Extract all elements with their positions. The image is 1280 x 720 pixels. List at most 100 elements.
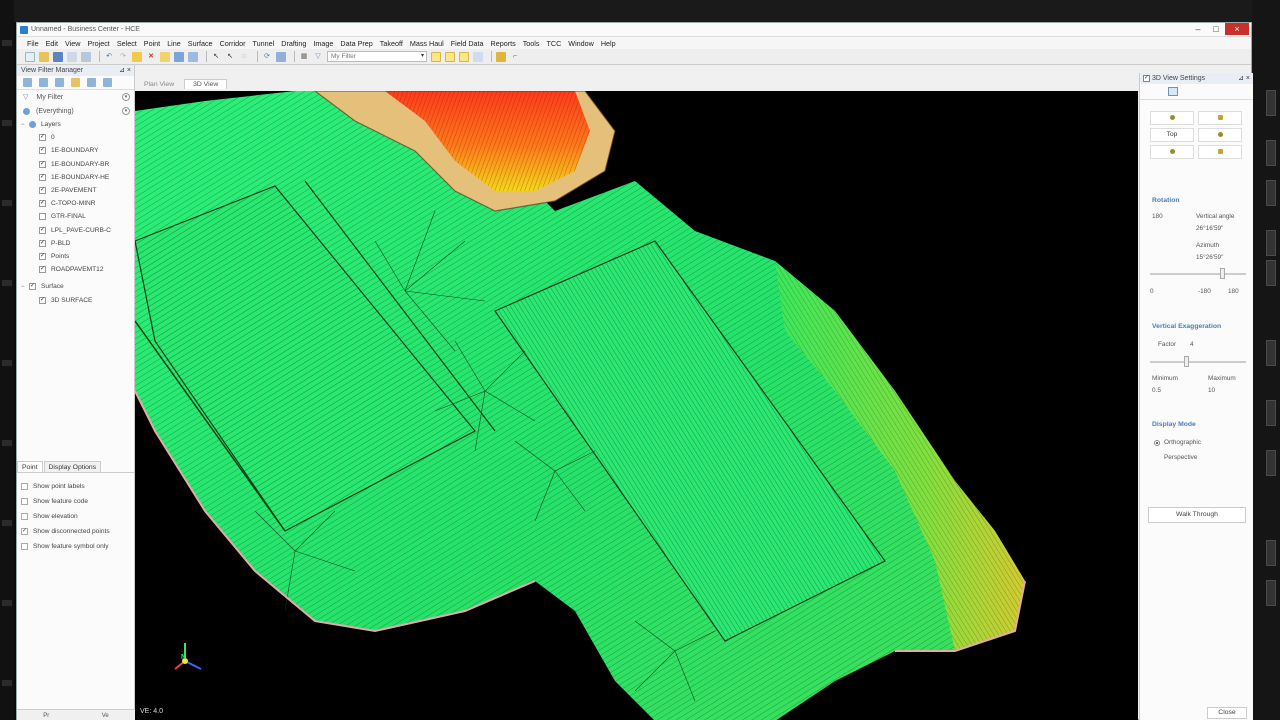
paint-filter-icon[interactable] [71,78,80,87]
layer-item[interactable]: ✓ LPL_PAVE-CURB-C [21,224,134,237]
preset-view-button[interactable] [1198,128,1242,142]
layer-checkbox[interactable]: ✓ [39,266,46,274]
minimum-value[interactable]: 0.5 [1152,387,1161,394]
layer-item[interactable]: ✓ 0 [21,131,134,144]
view-toggle-3-icon[interactable] [459,51,469,62]
new-icon[interactable] [25,51,35,62]
menu-line[interactable]: Line [167,39,181,48]
close-window-button[interactable]: × [1225,23,1249,35]
layer-checkbox[interactable]: ✓ [39,160,46,168]
everything-row[interactable]: (Everything) ▾ [17,104,134,118]
footer-tab-pr[interactable]: Pr [43,713,49,719]
layer-item[interactable]: ✓ P-BLD [21,237,134,250]
surface-item[interactable]: ✓ 3D SURFACE [21,293,134,306]
surface-group[interactable]: − ✓ Surface [21,280,134,293]
funnel-filter-icon[interactable] [103,78,112,87]
minimize-button[interactable]: – [1189,23,1207,35]
maximum-value[interactable]: 10 [1208,387,1215,394]
layer-checkbox[interactable]: ✓ [39,226,46,234]
redo-icon[interactable]: ↷ [118,52,128,62]
menu-tcc[interactable]: TCC [547,39,562,48]
snap-icon[interactable]: ⌐ [510,52,520,62]
menu-reports[interactable]: Reports [491,39,516,48]
lock-filter-icon[interactable] [87,78,96,87]
layer-icon[interactable] [174,51,184,62]
undo-icon[interactable]: ↶ [104,52,114,62]
option-show-disconnected-points[interactable]: ✓ Show disconnected points [21,524,131,539]
layer-item[interactable]: ✓ ROADPAVEMT12 [21,263,134,276]
maximize-button[interactable]: □ [1207,23,1225,35]
filter-name-row[interactable]: ▽ My Filter ▾ [17,90,134,104]
select-plus-icon[interactable]: ↖ [225,52,235,62]
layer-item[interactable]: ✓ 2E-PAVEMENT [21,184,134,197]
option-show-feature-code[interactable]: Show feature code [21,494,131,509]
footer-tab-ve[interactable]: Ve [102,713,109,719]
open-icon[interactable] [39,51,49,62]
panel-controls[interactable]: ⊿ × [119,66,131,74]
option-show-point-labels[interactable]: Show point labels [21,479,131,494]
layer-checkbox[interactable]: ✓ [39,147,46,155]
explorer-icon[interactable] [188,51,198,62]
pin-icon[interactable] [132,51,142,62]
surface-group-checkbox[interactable]: ✓ [29,283,36,291]
tab-3d-view[interactable]: 3D View [184,79,228,89]
option-show-feature-symbol-only[interactable]: Show feature symbol only [21,539,131,554]
menu-image[interactable]: Image [313,39,333,48]
select-icon[interactable]: ↖ [211,52,221,62]
view-settings-icon[interactable] [473,51,483,62]
layer-checkbox[interactable]: ✓ [39,173,46,181]
menu-project[interactable]: Project [87,39,109,48]
menu-tunnel[interactable]: Tunnel [253,39,275,48]
surface-checkbox[interactable]: ✓ [39,296,46,304]
copy-icon[interactable] [67,51,77,62]
rotation-slider-knob[interactable] [1220,268,1225,279]
settings-pin-checkbox[interactable]: ✓ [1143,75,1150,82]
layer-checkbox[interactable]: ✓ [39,239,46,247]
menu-window[interactable]: Window [568,39,594,48]
layer-checkbox[interactable]: ✓ [39,252,46,260]
menu-takeoff[interactable]: Takeoff [380,39,403,48]
menu-data-prep[interactable]: Data Prep [340,39,372,48]
menu-file[interactable]: File [27,39,39,48]
settings-controls[interactable]: ⊿ × [1238,74,1250,82]
view-settings-tab-icon[interactable] [1168,87,1178,96]
menu-view[interactable]: View [65,39,80,48]
paste-icon[interactable] [81,51,91,62]
preset-top-button[interactable]: Top [1150,128,1194,142]
menu-select[interactable]: Select [117,39,137,48]
option-checkbox[interactable] [21,498,28,505]
layer-checkbox[interactable]: ✓ [39,187,46,195]
tab-display-options[interactable]: Display Options [43,461,102,472]
menu-corridor[interactable]: Corridor [220,39,246,48]
measure-icon[interactable] [496,51,506,62]
preset-view-button[interactable] [1150,111,1194,125]
option-checkbox[interactable] [21,483,28,490]
option-checkbox[interactable]: ✓ [21,528,28,535]
view-toggle-2-icon[interactable] [445,51,455,62]
grid-icon[interactable]: ▦ [299,52,309,62]
close-button[interactable]: Close [1207,707,1247,719]
3d-viewport[interactable]: N VE: 4.0 [135,91,1138,720]
layers-group[interactable]: − Layers [21,118,134,131]
tab-plan-view[interactable]: Plan View [136,80,182,89]
orthographic-radio[interactable] [1154,440,1160,446]
layer-checkbox[interactable]: ✓ [39,200,46,208]
edit-filter-icon[interactable] [39,78,48,87]
save-icon[interactable] [53,51,63,62]
copy-filter-icon[interactable] [55,78,64,87]
option-show-elevation[interactable]: Show elevation [21,509,131,524]
menu-surface[interactable]: Surface [188,39,213,48]
menu-tools[interactable]: Tools [523,39,540,48]
layer-item[interactable]: ✓ 1E-BOUNDARY-HE [21,171,134,184]
lasso-icon[interactable]: ◌ [239,52,249,62]
collapse-icon[interactable]: − [21,122,27,128]
menu-mass-haul[interactable]: Mass Haul [410,39,444,48]
factor-slider-knob[interactable] [1184,356,1189,367]
factor-slider[interactable] [1150,356,1246,367]
properties-icon[interactable] [160,51,170,62]
filter-dropdown-icon[interactable]: ▾ [122,93,130,101]
tab-point[interactable]: Point [17,461,43,472]
view-filter-select[interactable]: My Filter ▾ [327,51,427,62]
layer-item[interactable]: GTR-FINAL [21,210,134,223]
option-checkbox[interactable] [21,513,28,520]
